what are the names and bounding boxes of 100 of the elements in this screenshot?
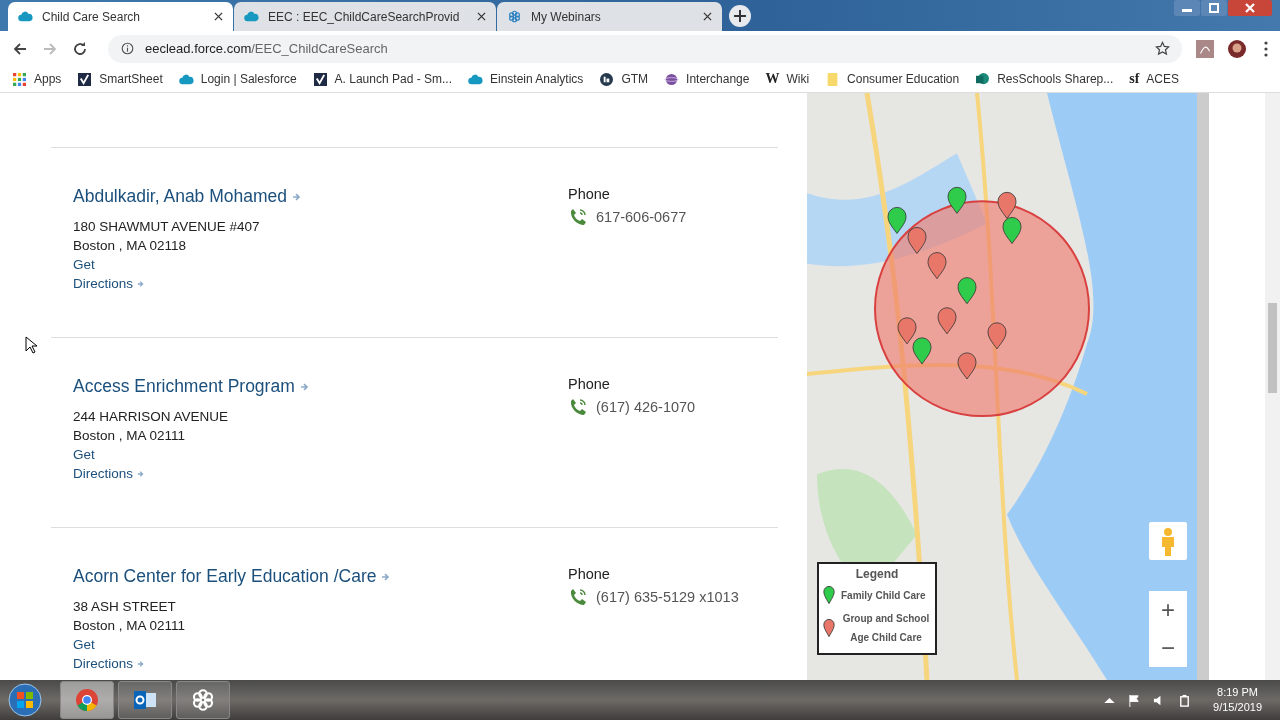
cloud-icon — [178, 72, 194, 86]
bookmark[interactable]: SmartSheet — [77, 72, 163, 86]
bookmark-label: Consumer Education — [847, 72, 960, 86]
provider-name-link[interactable]: Access Enrichment Program — [73, 376, 310, 397]
planet-icon — [664, 72, 680, 86]
minimize-icon[interactable] — [1174, 0, 1200, 16]
bookmark-label: ACES — [1146, 72, 1180, 86]
get-link[interactable]: Get — [73, 635, 95, 654]
bookmark[interactable]: GTM — [599, 72, 649, 86]
taskbar-clock[interactable]: 8:19 PM 9/15/2019 — [1213, 685, 1262, 715]
cloud-icon — [468, 72, 483, 86]
arrow-icon — [381, 571, 392, 582]
flower-icon — [507, 10, 522, 23]
map-pin-icon[interactable] — [987, 322, 1007, 350]
clock-date: 9/15/2019 — [1213, 700, 1262, 715]
address-line: 244 HARRISON AVENUE — [73, 408, 229, 426]
directions-link[interactable]: Directions — [73, 464, 146, 483]
map-pin-icon[interactable] — [927, 252, 947, 280]
taskbar-app[interactable] — [176, 681, 230, 719]
map-pin-icon[interactable] — [907, 227, 927, 254]
back-icon[interactable] — [12, 40, 28, 57]
bookmark[interactable]: Interchange — [664, 72, 750, 86]
browser-icon — [75, 688, 99, 712]
bookmark-label: Wiki — [786, 72, 810, 86]
arrow-icon — [137, 659, 146, 668]
bookmark[interactable]: W Wiki — [765, 72, 810, 86]
power-icon[interactable] — [1178, 693, 1192, 707]
mouse-cursor-icon — [25, 336, 37, 354]
start-button-icon[interactable] — [8, 683, 42, 717]
pdf-extension-icon[interactable] — [1196, 39, 1214, 58]
new-tab-icon[interactable] — [729, 5, 751, 27]
restore-icon[interactable] — [1201, 0, 1227, 16]
map-pin-icon[interactable] — [1002, 217, 1022, 244]
map-pin-icon[interactable] — [947, 186, 967, 214]
bookmark-glyph-icon: W — [765, 72, 780, 86]
flag-icon[interactable] — [1128, 693, 1142, 707]
map-pin-icon[interactable] — [957, 277, 977, 305]
info-icon — [120, 42, 135, 55]
bookmark[interactable]: Apps — [12, 72, 62, 86]
directions-link[interactable]: Directions — [73, 654, 146, 673]
bookmark-label: ResSchools Sharep... — [997, 72, 1114, 86]
close-icon[interactable] — [703, 12, 712, 21]
get-link[interactable]: Get — [73, 255, 95, 274]
bookmark[interactable]: A. Launch Pad - Sm... — [312, 72, 452, 86]
legend-label: Group and School Age Child Care — [841, 612, 931, 645]
sharepoint-icon — [975, 72, 991, 86]
check-icon — [77, 72, 93, 86]
cloud-icon — [18, 10, 33, 23]
bookmark[interactable]: sf ACES — [1129, 72, 1180, 86]
browser-tab[interactable]: EEC : EEC_ChildCareSearchProvid — [234, 2, 496, 31]
browser-tab[interactable]: My Webinars — [497, 2, 722, 31]
bookmark-label: GTM — [621, 72, 649, 86]
get-link[interactable]: Get — [73, 445, 95, 464]
bookmark-label: Einstein Analytics — [490, 72, 584, 86]
menu-icon[interactable] — [1264, 40, 1268, 57]
map-pin-icon[interactable] — [997, 191, 1017, 219]
taskbar-app[interactable] — [118, 681, 172, 719]
address-bar[interactable]: eeclead.force.com/EEC_ChildCareSearch — [108, 34, 1182, 63]
page-scrollbar[interactable] — [1265, 93, 1280, 680]
reload-icon[interactable] — [72, 40, 88, 57]
circle-icon — [599, 72, 615, 86]
tab-title: EEC : EEC_ChildCareSearchProvid — [268, 9, 461, 24]
close-icon[interactable] — [214, 12, 223, 21]
bookmark[interactable]: Consumer Education — [825, 72, 960, 86]
arrow-icon — [299, 381, 310, 392]
bookmark[interactable]: Login | Salesforce — [178, 72, 297, 86]
address-line: Boston , MA 02111 — [73, 427, 186, 445]
address-line: 180 SHAWMUT AVENUE #407 — [73, 218, 260, 236]
browser-tab[interactable]: Child Care Search — [8, 2, 233, 31]
map-pin-icon[interactable] — [897, 317, 917, 345]
arrow-icon — [137, 469, 146, 478]
bookmark-label: Interchange — [686, 72, 750, 86]
directions-link[interactable]: Directions — [73, 274, 146, 293]
close-icon[interactable] — [477, 12, 486, 21]
provider-name-link[interactable]: Abdulkadir, Anab Mohamed — [73, 186, 303, 207]
provider-name-link[interactable]: Acorn Center for Early Education /Care — [73, 566, 392, 587]
url-text: eeclead.force.com/EEC_ChildCareSearch — [145, 41, 389, 56]
map-pin-icon[interactable] — [887, 207, 907, 234]
phone-number: 617-606-0677 — [596, 209, 687, 225]
phone-icon — [568, 397, 588, 417]
phone-number: (617) 426-1070 — [596, 399, 696, 415]
flower-icon — [191, 688, 215, 712]
bookmark-label: A. Launch Pad - Sm... — [334, 72, 452, 86]
scrollbar[interactable] — [1197, 93, 1209, 680]
bookmark[interactable]: ResSchools Sharep... — [975, 72, 1114, 86]
avatar-icon[interactable] — [1228, 39, 1246, 58]
address-line: Boston , MA 02118 — [73, 237, 187, 255]
star-icon[interactable] — [1155, 41, 1170, 56]
phone-label: Phone — [568, 376, 611, 392]
close-window-icon[interactable] — [1228, 0, 1272, 16]
map-pin-icon[interactable] — [912, 337, 932, 365]
bookmark-label: SmartSheet — [99, 72, 163, 86]
bookmark[interactable]: Einstein Analytics — [468, 72, 584, 86]
phone-icon — [568, 207, 588, 227]
map-pin-icon[interactable] — [957, 352, 977, 380]
phone-label: Phone — [568, 186, 611, 202]
address-line: Boston , MA 02111 — [73, 617, 186, 635]
tab-title: Child Care Search — [42, 9, 142, 24]
phone-icon — [568, 587, 588, 607]
map-pin-icon[interactable] — [937, 307, 957, 335]
